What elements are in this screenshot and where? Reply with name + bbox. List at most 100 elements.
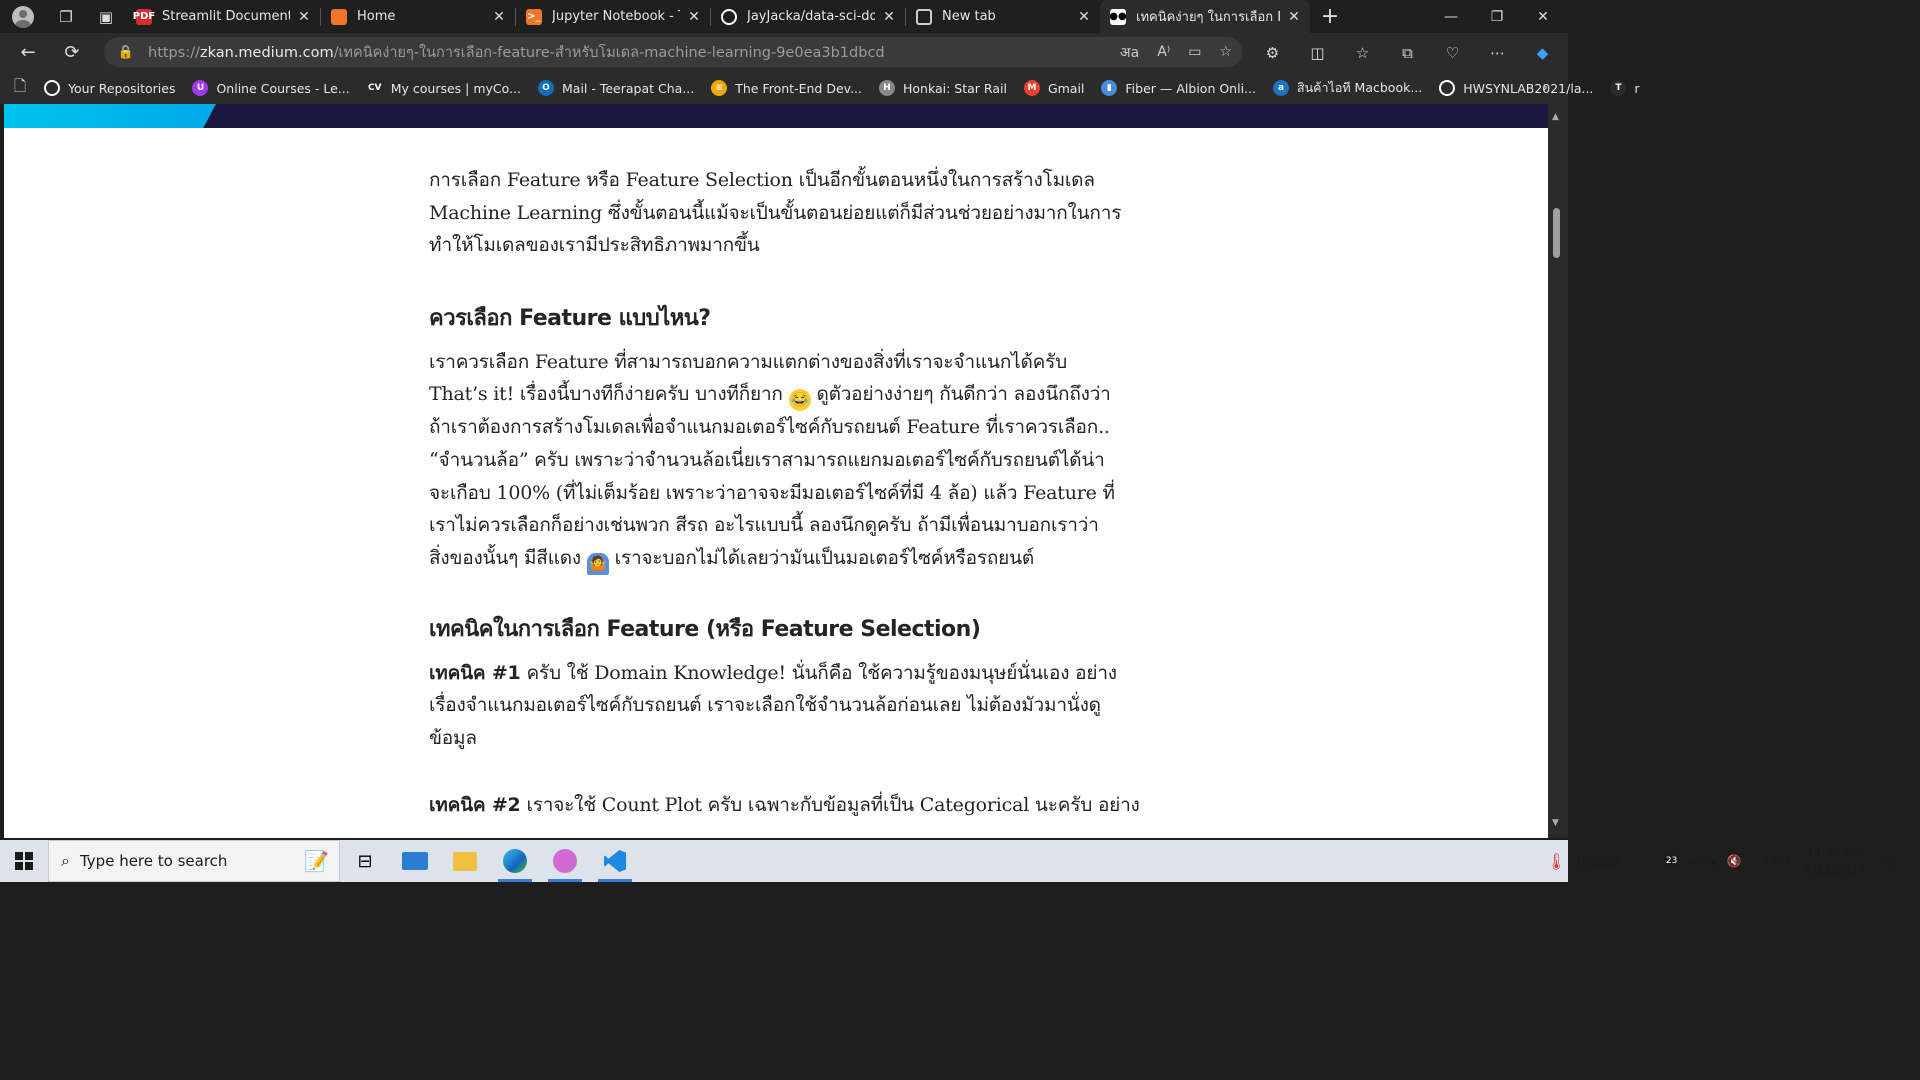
taskbar-search-input[interactable]: ⌕ Type here to search 📝	[48, 840, 340, 882]
bookmark-item[interactable]: ▮ Fiber — Albion Onli...	[1101, 80, 1256, 96]
speaker-muted-icon[interactable]: 🔇	[1727, 854, 1742, 868]
notification-center-icon[interactable]: 🗨	[1878, 852, 1898, 871]
mail-app-icon[interactable]	[390, 840, 440, 882]
onedrive-cloud-icon[interactable]: ☁	[1707, 854, 1719, 868]
close-tab-icon[interactable]: ✕	[491, 9, 507, 25]
close-tab-icon[interactable]: ✕	[1076, 9, 1092, 25]
technique-1-label: เทคนิค #1	[429, 661, 521, 684]
bookmark-item[interactable]: U Online Courses - Le...	[192, 80, 350, 96]
copilot-icon[interactable]: ◆	[1520, 44, 1565, 62]
favorite-star-icon[interactable]: ☆	[1219, 44, 1232, 60]
github-icon	[721, 8, 737, 25]
close-tab-icon[interactable]: ✕	[1286, 9, 1302, 25]
bookmark-item[interactable]: O Mail - Teerapat Cha...	[538, 80, 694, 96]
scroll-down-icon[interactable]: ▼	[1552, 818, 1559, 828]
tab-strip: ❐ ▣ PDFStreamlit Documentation✕Home✕>_Ju…	[0, 0, 1568, 33]
edge-browser-icon[interactable]	[490, 840, 540, 882]
close-window-button[interactable]: ✕	[1520, 0, 1566, 33]
p1-line: เราไม่ควรเลือกก็อย่างเช่นพวก สีรถ อะไรแบ…	[429, 514, 1099, 537]
browser-essentials-icon[interactable]: ♡	[1430, 44, 1475, 62]
newtab-icon	[916, 8, 932, 25]
vertical-tabs-icon[interactable]: ▣	[86, 0, 126, 33]
weather-thermometer-icon[interactable]: 🌡	[1546, 852, 1566, 871]
split-screen-icon[interactable]: ◫	[1295, 44, 1340, 62]
close-tab-icon[interactable]: ✕	[686, 9, 702, 25]
bookmark-item[interactable]: a สินค้าไอที Macbook...	[1272, 78, 1422, 98]
tab-3[interactable]: JayJacka/data-sci-docs✕	[711, 0, 905, 33]
bookmark-item[interactable]: Your Repositories	[44, 80, 175, 96]
url-text[interactable]: https://zkan.medium.com/เทคนิคง่ายๆ-ในกา…	[148, 41, 885, 64]
bookmarks-bar: 🗋 Your Repositories U Online Courses - Le.…	[0, 72, 1640, 104]
page-scrollbar[interactable]: ▲ ▼	[1548, 104, 1568, 838]
wifi-icon[interactable]: ◜	[1750, 854, 1755, 868]
translate-icon[interactable]: अa	[1120, 43, 1139, 62]
jupyter-icon	[331, 8, 347, 25]
github-icon	[1439, 80, 1456, 96]
read-aloud-icon[interactable]: A⁾	[1157, 44, 1170, 60]
outlook-icon: O	[538, 80, 554, 96]
close-tab-icon[interactable]: ✕	[296, 9, 312, 25]
technique-2-paragraph: เทคนิค #2 เราจะใช้ Count Plot ครับ เฉพาะ…	[429, 793, 1140, 816]
frontend-icon: ≡	[711, 80, 728, 96]
page-icon[interactable]: 🗋	[14, 76, 26, 101]
bookmark-item[interactable]: M Gmail	[1023, 80, 1084, 96]
tab-5[interactable]: ●●เทคนิคง่ายๆ ในการเลือก Feat✕	[1100, 0, 1310, 33]
scrollbar-thumb[interactable]	[1553, 208, 1560, 258]
vscode-app-icon[interactable]	[590, 840, 640, 882]
lock-icon[interactable]: 🔒	[104, 45, 148, 60]
profile-avatar[interactable]	[0, 0, 46, 33]
tab-1[interactable]: Home ✕	[321, 0, 515, 33]
favorites-icon[interactable]: ☆	[1340, 44, 1385, 62]
settings-more-icon[interactable]: ⋯	[1475, 44, 1520, 62]
medium-icon: ●●	[1109, 8, 1127, 25]
restore-button[interactable]: ❐	[1474, 0, 1520, 33]
windows-start-icon[interactable]	[0, 840, 48, 882]
reader-view-icon[interactable]: ▭	[1188, 44, 1201, 60]
udemy-icon: U	[192, 80, 209, 96]
tab-4[interactable]: New tab ✕	[906, 0, 1100, 33]
section-heading-2: เทคนิคในการเลือก Feature (หรือ Feature S…	[429, 616, 981, 642]
fiber-icon: ▮	[1101, 80, 1118, 96]
close-tab-icon[interactable]: ✕	[881, 9, 897, 25]
bookmark-item[interactable]: HWSYNLAB2021/la...	[1439, 80, 1593, 96]
scroll-up-icon[interactable]: ▲	[1552, 112, 1559, 122]
technique-1-paragraph: เทคนิค #1 ครับ ใช้ Domain Knowledge! นั่…	[429, 661, 1117, 749]
bookmark-item[interactable]: Tr	[1610, 80, 1640, 96]
search-highlight-icon: 📝	[304, 849, 329, 873]
language-indicator[interactable]: ENG	[1764, 854, 1790, 868]
windows-taskbar: ⌕ Type here to search 📝 ⊟	[0, 840, 1568, 882]
p1-line: จะเกือบ 100% (ที่ไม่เต็มร้อย เพราะว่าอาจ…	[429, 481, 1115, 504]
bookmark-item[interactable]: H Honkai: Star Rail	[879, 80, 1007, 96]
new-tab-button[interactable]: +	[1310, 0, 1350, 33]
chevron-up-icon[interactable]: ⌃	[1643, 854, 1654, 869]
back-button[interactable]: ←	[10, 38, 46, 68]
weather-text[interactable]: ใกล้สถิติ	[1575, 851, 1621, 872]
chevron-right-icon[interactable]: ›	[1542, 80, 1548, 96]
workspaces-icon[interactable]: ❐	[46, 0, 86, 33]
pdf-icon: PDF	[133, 8, 155, 25]
collections-icon[interactable]: ⧉	[1385, 44, 1430, 62]
refresh-button[interactable]: ⟳	[54, 38, 90, 68]
clock[interactable]: 11:02 AM 4/23/2024	[1804, 843, 1866, 879]
file-explorer-icon[interactable]	[440, 840, 490, 882]
address-bar[interactable]: 🔒 https://zkan.medium.com/เทคนิคง่ายๆ-ใน…	[104, 37, 1242, 67]
p1-line: “จำนวนล้อ” ครับ เพราะว่าจำนวนล้อเนี่ยเรา…	[429, 448, 1105, 471]
tab-2[interactable]: >_Jupyter Notebook - Term✕	[516, 0, 710, 33]
extensions-icon[interactable]: ⚙	[1250, 44, 1295, 62]
task-view-icon[interactable]: ⊟	[340, 840, 390, 882]
grinning-sweat-emoji-icon: 😂	[788, 389, 811, 412]
p1-line: สิ่งของนั้นๆ มีสีแดง 🤷 เราจะบอกไม่ได้เลย…	[429, 542, 1129, 575]
section-heading-1: ควรเลือก Feature แบบไหน?	[429, 305, 711, 331]
tab-0[interactable]: PDFStreamlit Documentation✕	[126, 0, 320, 33]
p1-line: That’s it! เรื่องนี้บางทีก็ง่ายครับ บางท…	[429, 378, 1129, 412]
notification-badge[interactable]: 23	[1663, 855, 1680, 867]
minimize-button[interactable]: —	[1428, 0, 1474, 33]
search-icon: ⌕	[61, 851, 70, 870]
bookmark-item[interactable]: ≡ The Front-End Dev...	[711, 80, 862, 96]
page-content: การเลือก Feature หรือ Feature Selection …	[4, 104, 1548, 838]
cv-icon: CV	[366, 80, 383, 96]
intro-paragraph: การเลือก Feature หรือ Feature Selection …	[429, 169, 1122, 257]
discord-app-icon[interactable]	[540, 840, 590, 882]
bookmark-item[interactable]: CV My courses | myCo...	[366, 80, 521, 96]
battery-icon[interactable]: ▭	[1687, 854, 1698, 868]
